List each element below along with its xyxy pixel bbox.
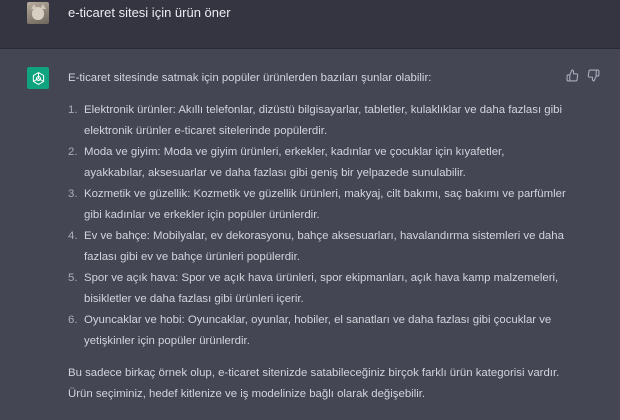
- list-item: 3. Kozmetik ve güzellik: Kozmetik ve güze…: [68, 184, 568, 226]
- list-item-text: Kozmetik ve güzellik: Kozmetik ve güzell…: [84, 188, 566, 221]
- list-number: 1.: [68, 104, 78, 116]
- user-message-row: e-ticaret sitesi için ürün öner: [0, 0, 620, 49]
- assistant-message: E-ticaret sitesinde satmak için popüler …: [68, 68, 568, 405]
- feedback-buttons: [566, 69, 600, 82]
- user-message-text: e-ticaret sitesi için ürün öner: [68, 5, 231, 20]
- list-item-text: Oyuncaklar ve hobi: Oyuncaklar, oyunlar,…: [84, 314, 552, 347]
- list-item: 4. Ev ve bahçe: Mobilyalar, ev dekorasyon…: [68, 226, 568, 268]
- list-number: 5.: [68, 272, 78, 284]
- list-number: 4.: [68, 230, 78, 242]
- thumbs-down-icon[interactable]: [587, 69, 600, 82]
- list-item: 1. Elektronik ürünler: Akıllı telefonlar,…: [68, 100, 568, 142]
- user-avatar: [27, 2, 49, 24]
- list-number: 3.: [68, 188, 78, 200]
- openai-logo-icon: [27, 67, 49, 89]
- assistant-intro: E-ticaret sitesinde satmak için popüler …: [68, 72, 432, 84]
- assistant-outro: Bu sadece birkaç örnek olup, e-ticaret s…: [68, 367, 560, 400]
- list-item-text: Ev ve bahçe: Mobilyalar, ev dekorasyonu,…: [84, 230, 564, 263]
- avatar-face: [32, 7, 44, 20]
- list-number: 6.: [68, 314, 78, 326]
- list-number: 2.: [68, 146, 78, 158]
- list-item-text: Spor ve açık hava: Spor ve açık hava ürü…: [84, 272, 559, 305]
- list-item-text: Elektronik ürünler: Akıllı telefonlar, d…: [84, 104, 563, 137]
- product-list: 1. Elektronik ürünler: Akıllı telefonlar,…: [68, 100, 568, 352]
- list-item-text: Moda ve giyim: Moda ve giyim ürünleri, e…: [84, 146, 505, 179]
- list-item: 6. Oyuncaklar ve hobi: Oyuncaklar, oyunla…: [68, 310, 568, 352]
- list-item: 5. Spor ve açık hava: Spor ve açık hava ü…: [68, 268, 568, 310]
- list-item: 2. Moda ve giyim: Moda ve giyim ürünleri,…: [68, 142, 568, 184]
